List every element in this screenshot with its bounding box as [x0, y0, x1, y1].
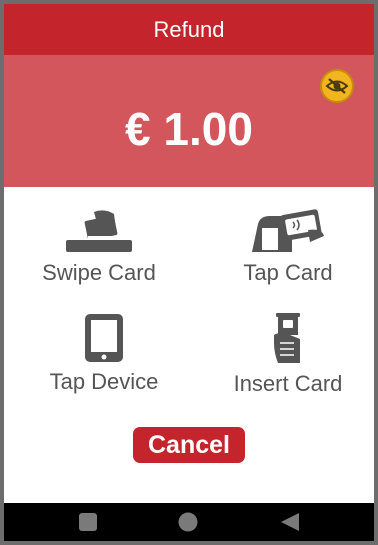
system-nav-bar [4, 503, 374, 541]
swipe-card-icon [66, 210, 132, 252]
eye-slash-icon [325, 78, 349, 94]
tap-device-label: Tap Device [49, 369, 159, 394]
payment-screen: Refund € 1.00 Swipe Card Tap Card Tap De… [4, 4, 374, 541]
cancel-button[interactable]: Cancel [133, 427, 245, 463]
tap-device-option[interactable]: Tap Device [34, 313, 174, 395]
insert-card-option[interactable]: Insert Card [218, 313, 358, 397]
swipe-card-label: Swipe Card [42, 260, 156, 285]
refund-amount: € 1.00 [125, 103, 253, 155]
hide-amount-button[interactable] [320, 69, 354, 103]
insert-card-label: Insert Card [233, 371, 343, 396]
recents-icon[interactable] [78, 512, 98, 532]
home-icon[interactable] [178, 512, 198, 532]
page-title: Refund [153, 16, 225, 42]
back-icon[interactable] [280, 512, 300, 532]
tap-card-option[interactable]: Tap Card [218, 208, 358, 286]
title-bar: Refund [4, 4, 374, 55]
amount-panel: € 1.00 [4, 55, 374, 187]
tap-device-icon [85, 314, 123, 362]
insert-card-icon [274, 313, 300, 363]
tap-card-label: Tap Card [243, 260, 333, 285]
tap-card-icon [252, 209, 324, 252]
swipe-card-option[interactable]: Swipe Card [34, 208, 164, 286]
